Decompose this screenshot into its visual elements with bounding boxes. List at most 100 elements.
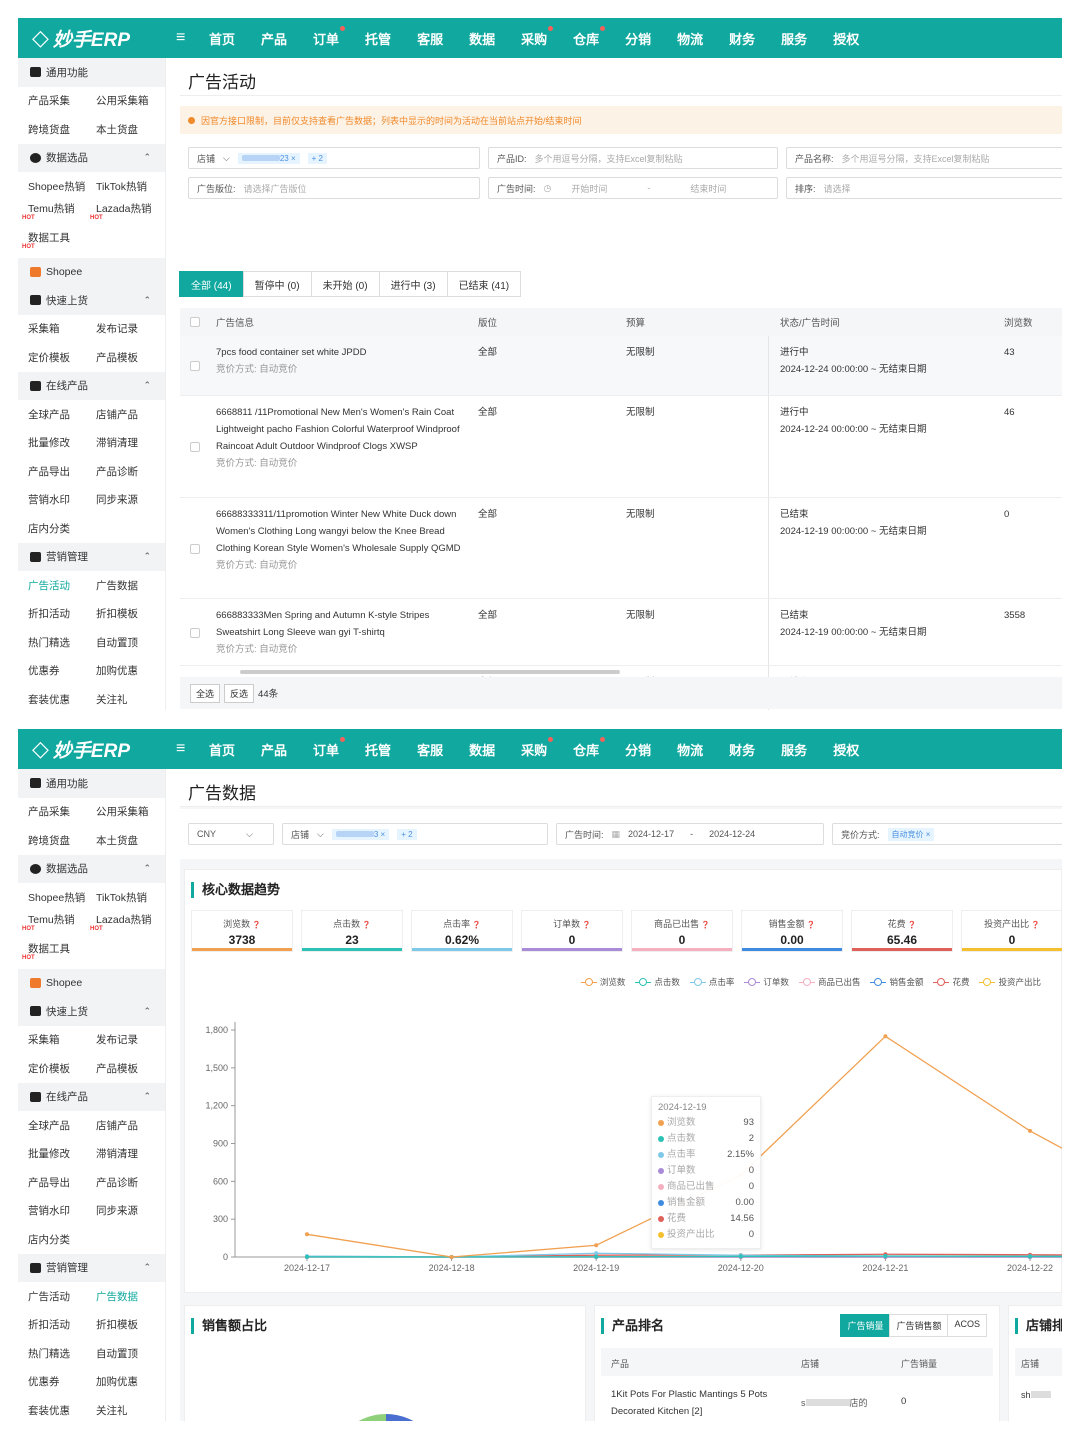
table-row[interactable]: 6668811 /11Promotional New Men's Women's…: [180, 396, 1062, 498]
trend-line-chart[interactable]: 0 300 600 900 1,200 1,500 1,800 2024-12-17 2024-…: [185, 1002, 1062, 1282]
shop-select[interactable]: 店铺 ⌵ 3 × + 2: [282, 823, 548, 845]
sidebar-item[interactable]: 采集箱: [28, 1032, 96, 1047]
sidebar-item[interactable]: Temu热销HOT: [22, 201, 96, 228]
row-checkbox[interactable]: [190, 361, 200, 371]
nav-item-2[interactable]: 订单: [300, 736, 352, 759]
sidebar-item[interactable]: 产品导出: [28, 1175, 96, 1190]
legend-item[interactable]: 订单数: [744, 976, 789, 988]
nav-item-8[interactable]: 分销: [612, 740, 664, 759]
sidebar-item[interactable]: 营销水印: [28, 492, 96, 507]
data-point[interactable]: [594, 1254, 599, 1259]
data-point[interactable]: [883, 1034, 888, 1039]
sidebar-item[interactable]: 热门精选: [28, 635, 96, 650]
sidebar-group-edit[interactable]: 在线产品 ⌃: [18, 371, 165, 400]
sidebar-item[interactable]: 折扣活动: [28, 1317, 96, 1332]
sidebar-item[interactable]: 发布记录: [96, 321, 164, 336]
sidebar-item[interactable]: 同步来源: [96, 492, 164, 507]
sidebar-item[interactable]: 店内分类: [28, 1232, 96, 1247]
legend-item[interactable]: 花费: [933, 976, 969, 988]
sidebar-group-data[interactable]: 数据选品 ⌃: [18, 854, 165, 883]
sidebar-item[interactable]: 本土货盘: [96, 122, 164, 137]
sidebar-item[interactable]: 数据工具HOT: [22, 230, 96, 257]
sidebar-item[interactable]: 广告活动: [28, 1289, 96, 1304]
sidebar-item[interactable]: Shopee热销: [28, 890, 96, 905]
sidebar-item[interactable]: Lazada热销HOT: [90, 912, 164, 939]
sidebar-item[interactable]: 折扣模板: [96, 606, 164, 621]
table-row[interactable]: 666883333Men Spring and Autumn K-style S…: [180, 599, 1062, 666]
rank-tab[interactable]: ACOS: [947, 1314, 987, 1337]
currency-select[interactable]: CNY ⌵: [188, 823, 274, 845]
sidebar-group-shopee[interactable]: Shopee: [18, 968, 165, 997]
metric-card[interactable]: 销售金额 ❓ 0.00: [741, 910, 843, 952]
sales-share-donut[interactable]: [321, 1406, 451, 1421]
data-point[interactable]: [305, 1254, 309, 1259]
nav-item-5[interactable]: 数据: [456, 740, 508, 759]
sidebar-item[interactable]: 产品采集: [28, 804, 96, 819]
sidebar-item[interactable]: 数据工具HOT: [22, 941, 96, 968]
sidebar-item[interactable]: 产品采集: [28, 93, 96, 108]
metric-card[interactable]: 商品已出售 ❓ 0: [631, 910, 733, 952]
legend-item[interactable]: 商品已出售: [798, 976, 860, 988]
sidebar-item[interactable]: 关注礼: [96, 692, 164, 707]
sidebar-item[interactable]: 产品模板: [96, 350, 164, 365]
nav-item-0[interactable]: 首页: [196, 740, 248, 759]
sidebar-item[interactable]: 全球产品: [28, 1118, 96, 1133]
metric-card[interactable]: 花费 ❓ 65.46: [851, 910, 953, 952]
chevron-up-icon[interactable]: ⌃: [143, 551, 151, 562]
sidebar-item[interactable]: 折扣模板: [96, 1317, 164, 1332]
metric-card[interactable]: 点击数 ❓ 23: [301, 910, 403, 952]
sidebar-item[interactable]: 关注礼: [96, 1403, 164, 1418]
invert-selection-button[interactable]: 反选: [224, 683, 255, 703]
sidebar-item[interactable]: 广告数据: [96, 578, 164, 593]
sidebar-group-marketing[interactable]: 营销管理 ⌃: [18, 542, 165, 571]
product-id-field[interactable]: 产品ID: 多个用逗号分隔，支持Excel复制粘贴: [488, 147, 778, 169]
data-point[interactable]: [594, 1243, 599, 1248]
sidebar-group-data[interactable]: 数据选品 ⌃: [18, 143, 165, 172]
data-point[interactable]: [883, 1253, 888, 1258]
bid-method-select[interactable]: 竞价方式: 自动竞价 ×: [832, 823, 1062, 845]
sidebar-item[interactable]: 公用采集箱: [96, 804, 164, 819]
placement-select[interactable]: 广告版位: 请选择广告版位: [188, 177, 480, 199]
table-row[interactable]: 66688333311/11promotion Winter New White…: [180, 498, 1062, 599]
chevron-up-icon[interactable]: ⌃: [143, 1262, 151, 1273]
nav-item-11[interactable]: 服务: [768, 29, 820, 48]
legend-item[interactable]: 点击数: [635, 976, 680, 988]
data-point[interactable]: [305, 1232, 309, 1237]
rank-tab[interactable]: 广告销售额: [889, 1314, 949, 1337]
sidebar-group-marketing[interactable]: 营销管理 ⌃: [18, 1253, 165, 1282]
sidebar-item[interactable]: 同步来源: [96, 1203, 164, 1218]
data-point[interactable]: [449, 1255, 454, 1259]
status-tab[interactable]: 全部 (44): [179, 271, 244, 297]
nav-item-12[interactable]: 授权: [820, 29, 872, 48]
sidebar-item[interactable]: Lazada热销HOT: [90, 201, 164, 228]
sidebar-group-edit[interactable]: 在线产品 ⌃: [18, 1082, 165, 1111]
menu-toggle-icon[interactable]: ≡: [176, 740, 192, 758]
status-tab[interactable]: 已结束 (41): [446, 271, 522, 297]
sidebar-item[interactable]: 自动置顶: [96, 635, 164, 650]
nav-item-2[interactable]: 订单: [300, 25, 352, 48]
sidebar-item[interactable]: 广告数据: [96, 1289, 164, 1304]
shop-tag[interactable]: 23 ×: [237, 152, 300, 164]
chevron-up-icon[interactable]: ⌃: [143, 295, 151, 306]
sidebar-item[interactable]: 全球产品: [28, 407, 96, 422]
sidebar-item[interactable]: 折扣活动: [28, 606, 96, 621]
metric-card[interactable]: 投资产出比 ❓ 0: [961, 910, 1062, 952]
sidebar-item[interactable]: 定价模板: [28, 350, 96, 365]
logo[interactable]: ◇ 妙手ERP: [18, 25, 168, 52]
rank-tab[interactable]: 广告销量: [840, 1314, 891, 1337]
select-all-button[interactable]: 全选: [190, 683, 221, 703]
nav-item-6[interactable]: 采购: [508, 736, 560, 759]
sidebar-item[interactable]: 店内分类: [28, 521, 96, 536]
sidebar-item[interactable]: TikTok热销: [96, 179, 164, 194]
select-all-checkbox[interactable]: [190, 317, 200, 327]
metric-card[interactable]: 浏览数 ❓ 3738: [191, 910, 293, 952]
sidebar-item[interactable]: 跨境货盘: [28, 122, 96, 137]
sidebar-item[interactable]: 自动置顶: [96, 1346, 164, 1361]
sidebar-item[interactable]: 店铺产品: [96, 407, 164, 422]
row-checkbox[interactable]: [190, 442, 200, 452]
status-tab[interactable]: 进行中 (3): [378, 271, 448, 297]
nav-item-7[interactable]: 仓库: [560, 25, 612, 48]
sidebar-group-bag[interactable]: 快速上货 ⌃: [18, 286, 165, 315]
metric-card[interactable]: 订单数 ❓ 0: [521, 910, 623, 952]
data-point[interactable]: [594, 1251, 599, 1256]
